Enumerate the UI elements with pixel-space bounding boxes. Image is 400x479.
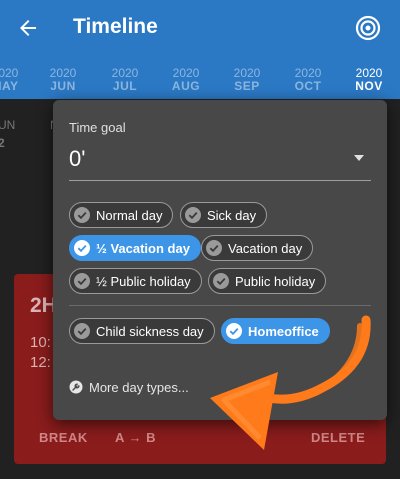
month-tab[interactable]: 2020 MAY bbox=[0, 67, 35, 93]
month-tab[interactable]: 2020 SEP bbox=[217, 67, 277, 93]
chip-normal-day[interactable]: Normal day bbox=[69, 202, 174, 228]
month-selector: 2020 MAY 2020 JUN 2020 JUL 2020 AUG 2020… bbox=[0, 57, 400, 99]
check-circle-icon bbox=[74, 240, 90, 256]
check-circle-icon bbox=[206, 240, 222, 256]
time-goal-label: Time goal bbox=[69, 120, 126, 135]
page-title: Timeline bbox=[73, 15, 158, 38]
month-tab[interactable]: 2020 JUN bbox=[33, 67, 93, 93]
chip-vacation-day[interactable]: Vacation day bbox=[201, 235, 314, 261]
card-time-end: 12: bbox=[30, 354, 51, 371]
chip-public-holiday[interactable]: Public holiday bbox=[208, 268, 327, 294]
month-tab[interactable]: 2020 JUL bbox=[95, 67, 155, 93]
break-button[interactable]: BREAK bbox=[39, 430, 88, 445]
chevron-down-icon[interactable] bbox=[353, 152, 365, 164]
day-number: 2 bbox=[0, 136, 5, 150]
check-circle-icon bbox=[74, 323, 90, 339]
target-icon[interactable] bbox=[355, 15, 381, 41]
check-circle-icon bbox=[74, 273, 90, 289]
chip-sick-day[interactable]: Sick day bbox=[180, 202, 268, 228]
a-to-b-button[interactable]: A → B bbox=[115, 430, 156, 445]
check-circle-icon bbox=[185, 207, 201, 223]
chip-half-public-holiday[interactable]: ½ Public holiday bbox=[69, 268, 202, 294]
app-bar: Timeline bbox=[0, 0, 400, 57]
arrow-left-icon[interactable] bbox=[16, 16, 40, 40]
day-label: UN bbox=[0, 118, 16, 132]
check-circle-icon bbox=[213, 273, 229, 289]
chip-child-sickness-day[interactable]: Child sickness day bbox=[69, 318, 215, 344]
month-tab[interactable]: 2020 AUG bbox=[156, 67, 216, 93]
time-goal-select[interactable]: 0' bbox=[69, 146, 85, 172]
select-underline bbox=[69, 180, 371, 181]
month-tab-selected[interactable]: 2020 NOV bbox=[339, 67, 399, 93]
annotation-arrow-icon bbox=[210, 315, 371, 450]
wrench-icon bbox=[69, 380, 83, 394]
chip-half-vacation-day[interactable]: ½ Vacation day bbox=[69, 235, 201, 261]
check-circle-icon bbox=[74, 207, 90, 223]
month-tab[interactable]: 2020 OCT bbox=[278, 67, 338, 93]
more-day-types-link[interactable]: More day types... bbox=[69, 378, 189, 396]
card-time-start: 10: bbox=[30, 334, 51, 351]
dialog-divider bbox=[69, 305, 371, 306]
